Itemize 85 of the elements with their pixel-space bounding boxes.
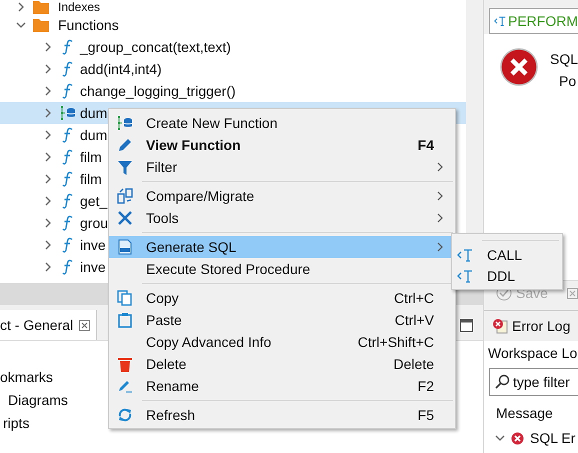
function-icon [62,193,74,209]
procedure-icon [60,105,76,121]
error-icon [500,48,538,86]
search-icon [494,374,510,390]
trash-icon [118,356,132,372]
tree-item[interactable]: get_ [80,193,108,209]
copy-icon [117,290,133,306]
function-icon [62,127,74,143]
tree-item[interactable]: add(int4,int4) [80,61,162,77]
expand-chevron-icon[interactable] [43,174,53,184]
tree-item-label[interactable]: Functions [58,17,119,33]
tree-item-label[interactable]: Indexes [58,0,100,14]
folder-icon [33,18,49,32]
pencil-icon [117,137,133,153]
navigator-item[interactable]: Diagrams [8,392,68,408]
menu-item[interactable]: Create New Function [109,112,455,134]
function-icon [62,171,74,187]
query-field[interactable]: PERFORM [489,8,578,34]
expand-chevron-icon[interactable] [43,130,53,140]
log-title: Workspace Lo [487,344,578,363]
folder-icon [33,0,49,14]
log-entry[interactable]: SQL Er [530,430,576,446]
expand-chevron-icon[interactable] [43,240,53,250]
tools-icon [117,210,133,226]
tree-item[interactable]: dum [80,127,108,143]
expand-chevron-icon[interactable] [43,64,53,74]
expand-chevron-icon[interactable] [16,2,26,12]
tree-item[interactable]: _group_concat(text,text) [80,39,231,55]
menu-item[interactable]: Refresh F5 [109,404,455,426]
menu-item[interactable]: Compare/Migrate [109,185,455,207]
column-header[interactable]: Message [484,396,578,427]
close-icon[interactable] [79,320,90,330]
function-icon [62,149,74,165]
maximize-icon[interactable] [460,318,473,332]
function-icon [62,215,74,231]
collapse-chevron-icon[interactable] [495,433,505,443]
menu-item[interactable]: DDL [452,265,562,286]
expand-chevron-icon[interactable] [43,262,53,272]
menu-item[interactable]: Filter [109,156,455,178]
expand-chevron-icon[interactable] [43,196,53,206]
error-log-tab[interactable]: Error Log [484,311,578,341]
expand-chevron-icon[interactable] [43,42,53,52]
view-tab[interactable]: ct - General [0,310,98,340]
filter-field[interactable]: type filter [489,368,578,396]
procedure-icon [117,115,133,131]
function-icon [62,83,74,99]
rename-icon [117,378,133,394]
tree-item[interactable]: change_logging_trigger() [80,83,236,99]
expand-chevron-icon[interactable] [43,218,53,228]
menu-item[interactable]: CALL [452,244,562,265]
menu-item[interactable]: Tools [109,207,455,229]
navigator-item[interactable]: ripts [3,415,30,431]
function-icon [62,259,74,275]
expand-chevron-icon[interactable] [43,86,53,96]
menu-item[interactable]: Copy Ctrl+C [109,287,455,309]
menu-item[interactable]: Rename F2 [109,375,455,397]
menu-item[interactable]: View Function F4 [109,134,455,156]
tree-item[interactable]: inve [80,237,106,253]
function-icon [62,237,74,253]
template-icon [494,14,506,28]
function-icon [62,61,74,77]
compare-icon [117,188,133,204]
navigator-item[interactable]: okmarks [0,369,53,385]
menu-item[interactable]: Delete Delete [109,353,455,375]
tree-item[interactable]: dum [80,105,108,121]
error-message: Po [558,72,578,91]
menu-item[interactable]: Execute Stored Procedure [109,258,455,280]
expand-chevron-icon[interactable] [43,108,53,118]
tree-item[interactable]: film [80,171,102,187]
refresh-icon [117,407,133,423]
expand-chevron-icon[interactable] [43,152,53,162]
error-icon [511,432,524,444]
tree-item[interactable]: film [80,149,102,165]
menu-item[interactable]: Copy Advanced Info Ctrl+Shift+C [109,331,455,353]
tree-item[interactable]: grou [80,215,108,231]
error-log-icon [492,318,508,334]
template-icon [457,268,473,282]
collapse-chevron-icon[interactable] [16,20,26,30]
filter-icon [118,160,132,174]
error-message: SQL [550,50,578,69]
tree-item[interactable]: inve [80,259,106,275]
function-icon [62,39,74,55]
template-icon [457,248,473,262]
clipboard-icon [117,312,133,328]
menu-item[interactable]: Paste Ctrl+V [109,309,455,331]
